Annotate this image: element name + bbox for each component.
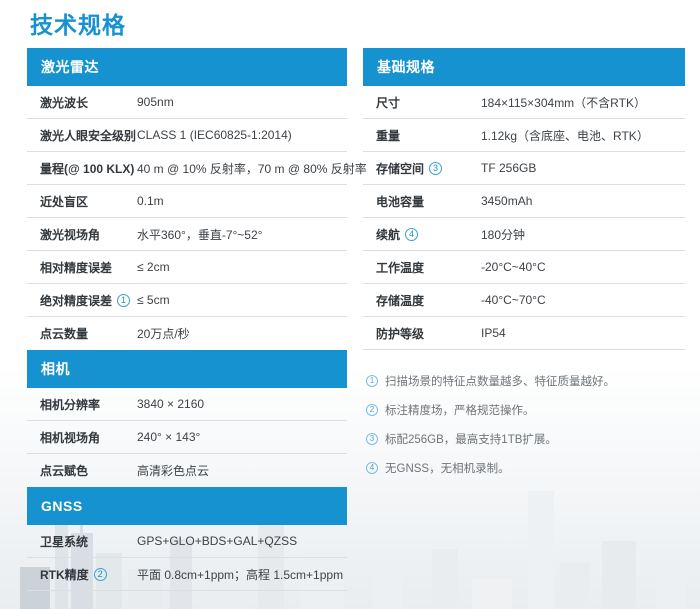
spec-label: 相机分辨率 <box>40 396 137 413</box>
spec-value: 20万点/秒 <box>137 325 190 342</box>
section-basic: 基础规格 尺寸 184×115×304mm（不含RTK） 重量 1.12kg（含… <box>363 48 685 350</box>
table-row: 点云数量 20万点/秒 <box>27 317 347 350</box>
table-row: 相机分辨率 3840 × 2160 <box>27 388 347 421</box>
spec-label: 点云数量 <box>40 325 137 342</box>
table-row: 存储温度 -40°C~70°C <box>363 284 685 317</box>
spec-value: 240° × 143° <box>137 430 200 444</box>
table-row: 近处盲区 0.1m <box>27 185 347 218</box>
spec-value: 平面 0.8cm+1ppm；高程 1.5cm+1ppm <box>137 566 343 583</box>
spec-page: 技术规格 激光雷达 激光波长 905nm 激光人眼安全级别 CLASS 1 (I… <box>0 0 700 609</box>
section-header-basic: 基础规格 <box>363 48 685 86</box>
table-row: 电池容量 3450mAh <box>363 185 685 218</box>
spec-label: 续航 4 <box>376 226 481 243</box>
footnote-item: 2 标注精度场，严格规范操作。 <box>366 402 685 418</box>
footnote-marker-1-icon: 1 <box>366 375 378 387</box>
section-header-lidar: 激光雷达 <box>27 48 347 86</box>
spec-value: IP54 <box>481 326 506 340</box>
table-row: 尺寸 184×115×304mm（不含RTK） <box>363 86 685 119</box>
spec-label: 相机视场角 <box>40 429 137 446</box>
table-row: 工作温度 -20°C~40°C <box>363 251 685 284</box>
spec-value: 高清彩色点云 <box>137 462 209 479</box>
table-row: 续航 4 180分钟 <box>363 218 685 251</box>
spec-label: 近处盲区 <box>40 193 137 210</box>
spec-label: 点云赋色 <box>40 462 137 479</box>
spec-value: GPS+GLO+BDS+GAL+QZSS <box>137 534 297 548</box>
spec-value: ≤ 5cm <box>137 293 170 307</box>
footnote-ref-1-icon: 1 <box>117 294 130 307</box>
spec-label: 重量 <box>376 127 481 144</box>
footnote-text: 无GNSS，无相机录制。 <box>385 460 510 476</box>
table-row: 激光波长 905nm <box>27 86 347 119</box>
footnote-item: 1 扫描场景的特征点数量越多、特征质量越好。 <box>366 373 685 389</box>
spec-label: RTK精度 2 <box>40 566 137 583</box>
spec-value: 184×115×304mm（不含RTK） <box>481 94 646 111</box>
left-column: 激光雷达 激光波长 905nm 激光人眼安全级别 CLASS 1 (IEC608… <box>27 48 347 591</box>
table-row: 点云赋色 高清彩色点云 <box>27 454 347 487</box>
section-header-gnss: GNSS <box>27 487 347 525</box>
table-row: 存储空间 3 TF 256GB <box>363 152 685 185</box>
table-row: 相机视场角 240° × 143° <box>27 421 347 454</box>
spec-value: 1.12kg（含底座、电池、RTK） <box>481 127 649 144</box>
section-header-camera: 相机 <box>27 350 347 388</box>
spec-label: 存储空间 3 <box>376 160 481 177</box>
spec-label: 工作温度 <box>376 259 481 276</box>
spec-value: -20°C~40°C <box>481 260 546 274</box>
spec-value: 3450mAh <box>481 194 532 208</box>
spec-label-text: 续航 <box>376 226 400 243</box>
spec-label: 防护等级 <box>376 325 481 342</box>
spec-label: 激光波长 <box>40 94 137 111</box>
spec-label: 激光视场角 <box>40 226 137 243</box>
footnote-marker-4-icon: 4 <box>366 462 378 474</box>
spec-label-text: 绝对精度误差 <box>40 292 112 309</box>
table-row: 激光视场角 水平360°，垂直-7°~52° <box>27 218 347 251</box>
footnote-marker-3-icon: 3 <box>366 433 378 445</box>
spec-label: 相对精度误差 <box>40 259 137 276</box>
spec-value: -40°C~70°C <box>481 293 546 307</box>
page-title: 技术规格 <box>30 6 126 40</box>
footnote-item: 4 无GNSS，无相机录制。 <box>366 460 685 476</box>
footnote-marker-2-icon: 2 <box>366 404 378 416</box>
spec-value: 180分钟 <box>481 226 525 243</box>
right-column: 基础规格 尺寸 184×115×304mm（不含RTK） 重量 1.12kg（含… <box>363 48 685 591</box>
table-row: RTK精度 2 平面 0.8cm+1ppm；高程 1.5cm+1ppm <box>27 558 347 591</box>
footnotes-list: 1 扫描场景的特征点数量越多、特征质量越好。 2 标注精度场，严格规范操作。 3… <box>363 373 685 476</box>
spec-value: 905nm <box>137 95 174 109</box>
footnote-text: 标配256GB，最高支持1TB扩展。 <box>385 431 557 447</box>
spec-label-text: RTK精度 <box>40 566 89 583</box>
table-row: 防护等级 IP54 <box>363 317 685 350</box>
spec-label: 量程(@ 100 KLX) <box>40 160 137 177</box>
footnote-item: 3 标配256GB，最高支持1TB扩展。 <box>366 431 685 447</box>
section-camera: 相机 相机分辨率 3840 × 2160 相机视场角 240° × 143° 点… <box>27 350 347 487</box>
table-row: 重量 1.12kg（含底座、电池、RTK） <box>363 119 685 152</box>
footnote-ref-4-icon: 4 <box>405 228 418 241</box>
spec-label: 电池容量 <box>376 193 481 210</box>
spec-label-text: 存储空间 <box>376 160 424 177</box>
spec-value: 水平360°，垂直-7°~52° <box>137 226 262 243</box>
table-row: 绝对精度误差 1 ≤ 5cm <box>27 284 347 317</box>
spec-label: 激光人眼安全级别 <box>40 127 137 144</box>
section-lidar: 激光雷达 激光波长 905nm 激光人眼安全级别 CLASS 1 (IEC608… <box>27 48 347 350</box>
spec-columns: 激光雷达 激光波长 905nm 激光人眼安全级别 CLASS 1 (IEC608… <box>27 48 685 591</box>
footnote-ref-2-icon: 2 <box>94 568 107 581</box>
spec-label: 卫星系统 <box>40 533 137 550</box>
spec-label: 存储温度 <box>376 292 481 309</box>
spec-value: 3840 × 2160 <box>137 397 204 411</box>
spec-value: 40 m @ 10% 反射率，70 m @ 80% 反射率 <box>137 160 367 177</box>
footnote-text: 标注精度场，严格规范操作。 <box>385 402 535 418</box>
spec-value: 0.1m <box>137 194 164 208</box>
spec-label: 尺寸 <box>376 94 481 111</box>
spec-value: CLASS 1 (IEC60825-1:2014) <box>137 128 292 142</box>
table-row: 激光人眼安全级别 CLASS 1 (IEC60825-1:2014) <box>27 119 347 152</box>
table-row: 相对精度误差 ≤ 2cm <box>27 251 347 284</box>
table-row: 卫星系统 GPS+GLO+BDS+GAL+QZSS <box>27 525 347 558</box>
spec-value: ≤ 2cm <box>137 260 170 274</box>
spec-label: 绝对精度误差 1 <box>40 292 137 309</box>
footnote-text: 扫描场景的特征点数量越多、特征质量越好。 <box>385 373 615 389</box>
footnote-ref-3-icon: 3 <box>429 162 442 175</box>
table-row: 量程(@ 100 KLX) 40 m @ 10% 反射率，70 m @ 80% … <box>27 152 347 185</box>
spec-value: TF 256GB <box>481 161 536 175</box>
section-gnss: GNSS 卫星系统 GPS+GLO+BDS+GAL+QZSS RTK精度 2 平… <box>27 487 347 591</box>
